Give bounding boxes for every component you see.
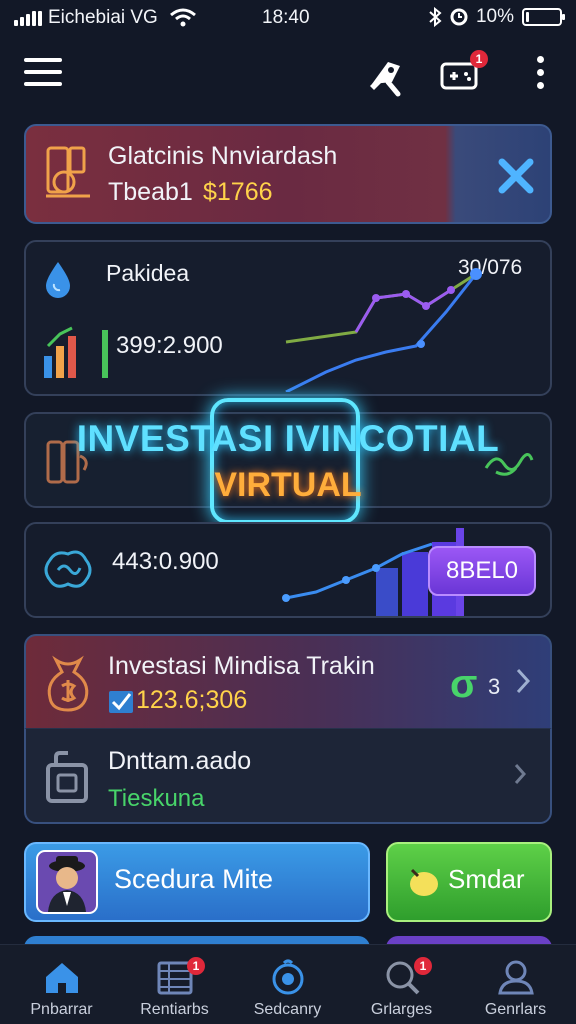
data-card-subtitle: Tieskuna: [108, 785, 205, 812]
nav-badge-search: 1: [414, 957, 432, 975]
app-bar: 1: [0, 44, 576, 104]
clipboard-icon: [46, 751, 88, 803]
nav-item-target[interactable]: Sedcanry: [230, 945, 345, 1024]
nav-label-profile: Genrlars: [484, 1001, 547, 1018]
bar-chart-icon: [44, 326, 108, 378]
nav-label-home: Pnbarrar: [30, 1001, 93, 1018]
chart-card-value: 399:2.900: [116, 332, 223, 359]
schedule-button-label: Scedura Mite: [114, 864, 274, 894]
battery-level-fill: [526, 12, 529, 22]
investment-card-value: 123.6;306: [136, 686, 248, 714]
promo-glow-frame: [210, 398, 360, 524]
checkbox-icon: [109, 691, 133, 713]
battery-percent: 10%: [475, 6, 514, 27]
dashboard-icon: [46, 146, 90, 198]
bluetooth-icon: [429, 7, 442, 27]
nav-item-table[interactable]: 1 Rentiarbs: [117, 945, 232, 1024]
menu-icon[interactable]: [24, 58, 62, 88]
nav-label-table: Rentiarbs: [140, 1001, 209, 1018]
data-card[interactable]: Dnttam.aado Tieskuna: [24, 728, 552, 824]
nav-item-home[interactable]: Pnbarrar: [4, 945, 119, 1024]
investment-trend-glyph: σ: [450, 662, 478, 706]
avatar: [36, 850, 98, 914]
balance-card-sub-prefix: Tbeab1: [108, 178, 193, 206]
drop-icon: [46, 262, 70, 298]
wifi-icon: [169, 8, 196, 27]
investment-card[interactable]: Investasi Mindisa Trakin 123.6;306 σ 3: [24, 634, 552, 730]
battery-icon: [522, 8, 565, 26]
nav-item-search[interactable]: 1 Grlarges: [344, 945, 459, 1024]
promo-title: INVESTASI IVINCOTIAL: [76, 418, 500, 459]
investment-card-title: Investasi Mindisa Trakin: [108, 652, 375, 680]
gamepad-icon[interactable]: 1: [440, 50, 488, 92]
money-bag-icon: [47, 655, 89, 712]
chevron-right-icon[interactable]: [514, 666, 532, 696]
balance-card-title: Glatcinis Nnviardash: [108, 142, 338, 170]
chart-card[interactable]: Pakidea 399:2.900 30/076: [24, 240, 552, 396]
clock: 18:40: [262, 7, 310, 28]
balance-card-value: $1766: [203, 178, 273, 206]
graph-card-value: 443:0.900: [112, 548, 219, 575]
balance-card[interactable]: Glatcinis Nnviardash Tbeab1 $1766: [24, 124, 552, 224]
kebab-menu-icon[interactable]: [530, 56, 550, 94]
nav-item-profile[interactable]: Genrlars: [458, 945, 573, 1024]
nav-label-search: Grlarges: [370, 1001, 433, 1018]
bottom-nav: Pnbarrar 1 Rentiarbs Sedcanry 1 Grlarges…: [0, 944, 576, 1024]
notification-badge: 1: [470, 50, 488, 68]
line-chart: [285, 268, 482, 392]
carrier-label: Eichebiai VG: [48, 7, 158, 28]
close-x-icon[interactable]: [496, 156, 536, 196]
signal-icon: [14, 10, 42, 26]
send-button[interactable]: Smdar: [386, 842, 552, 922]
status-bar: Eichebiai VG 18:40 10%: [0, 0, 576, 36]
rocket-icon[interactable]: [362, 52, 408, 98]
investment-trailing-text: 3: [488, 674, 501, 699]
chevron-right-icon[interactable]: [512, 761, 528, 787]
user-icon: [498, 960, 534, 995]
nav-badge-table: 1: [187, 957, 205, 975]
action-pill-button[interactable]: 8BEL0: [428, 546, 536, 596]
brain-icon: [44, 550, 92, 588]
schedule-button[interactable]: Scedura Mite: [24, 842, 370, 922]
alarm-icon: [450, 8, 468, 26]
promo-subtitle: VIRTUAL: [214, 466, 362, 504]
nav-label-target: Sedcanry: [253, 1001, 322, 1018]
chart-card-label: Pakidea: [106, 260, 190, 286]
target-icon: [272, 959, 304, 995]
send-button-label: Smdar: [448, 864, 525, 894]
home-icon: [46, 963, 78, 993]
data-card-title: Dnttam.aado: [108, 747, 252, 775]
lemon-icon: [410, 868, 438, 896]
